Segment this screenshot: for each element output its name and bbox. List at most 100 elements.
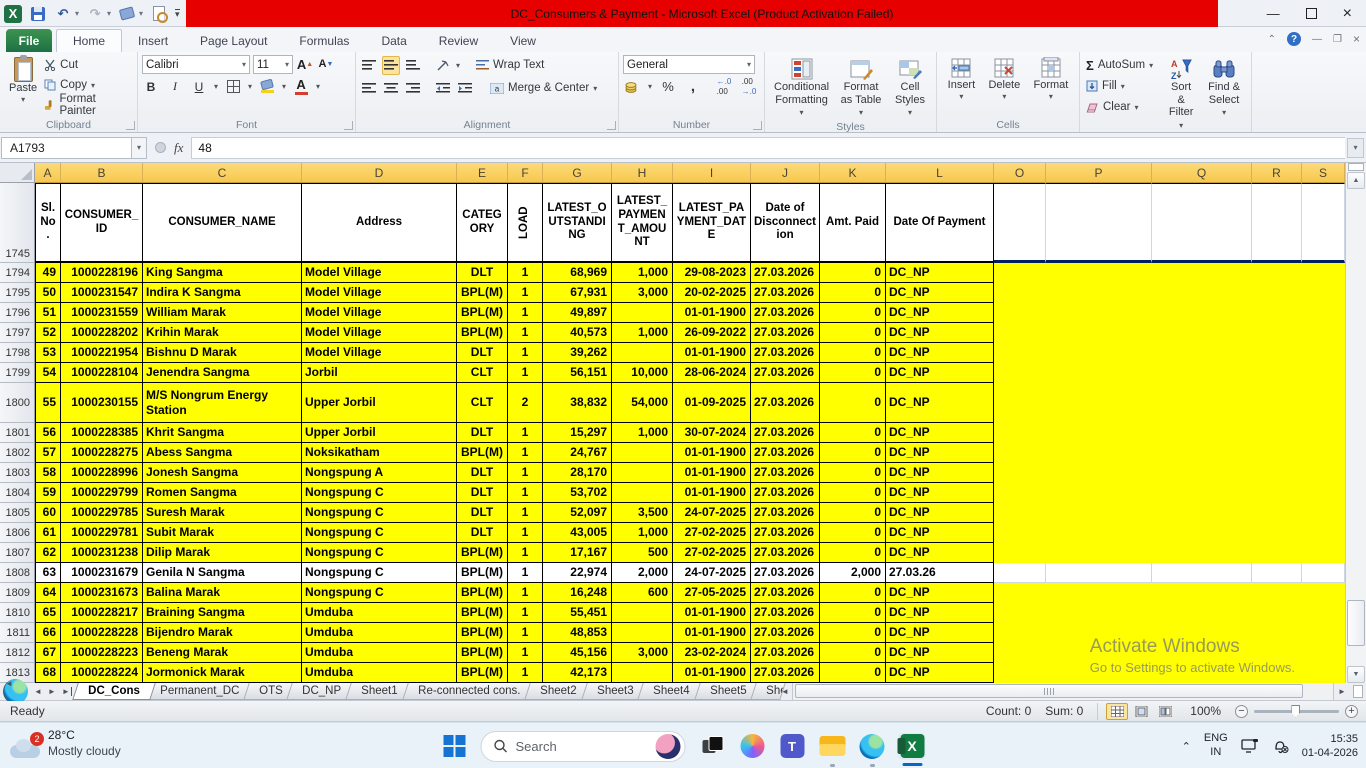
cell[interactable]: 1000228385: [61, 423, 143, 443]
cell[interactable]: [612, 303, 673, 323]
cell[interactable]: Nongspung C: [302, 543, 457, 563]
cut-button[interactable]: Cut: [42, 55, 133, 75]
cell[interactable]: [612, 443, 673, 463]
cell[interactable]: 59: [35, 483, 61, 503]
tab-insert[interactable]: Insert: [122, 29, 184, 52]
sheet-tab-dc-cons[interactable]: DC_Cons: [72, 683, 155, 700]
cell[interactable]: DC_NP: [886, 283, 994, 303]
clipboard-dialog-launcher[interactable]: [126, 121, 135, 130]
cell[interactable]: 1: [508, 263, 543, 283]
vertical-split-handle[interactable]: [1348, 163, 1364, 171]
cell[interactable]: 22,974: [543, 563, 612, 583]
cell[interactable]: 24,767: [543, 443, 612, 463]
align-center-button[interactable]: [382, 79, 400, 98]
cell[interactable]: 49: [35, 263, 61, 283]
cast-icon[interactable]: [1241, 738, 1259, 754]
cell[interactable]: 50: [35, 283, 61, 303]
column-header-L[interactable]: L: [886, 163, 994, 183]
conditional-formatting-button[interactable]: ConditionalFormatting ▾: [769, 55, 834, 121]
tab-page-layout[interactable]: Page Layout: [184, 29, 283, 52]
cell[interactable]: DC_NP: [886, 323, 994, 343]
decrease-indent-button[interactable]: [434, 79, 452, 98]
cell[interactable]: 27-02-2025: [673, 523, 751, 543]
align-middle-button[interactable]: [382, 56, 400, 75]
wrap-text-button[interactable]: Wrap Text: [474, 55, 546, 75]
tab-home[interactable]: Home: [56, 29, 122, 52]
cell[interactable]: Jonesh Sangma: [143, 463, 302, 483]
cell[interactable]: DC_NP: [886, 603, 994, 623]
cell[interactable]: Jormonick Marak: [143, 663, 302, 683]
empty-cells-region[interactable]: [994, 443, 1345, 463]
format-painter-button[interactable]: Format Painter: [42, 95, 133, 115]
workbook-close-button[interactable]: ×: [1353, 32, 1360, 46]
help-button[interactable]: ?: [1287, 32, 1301, 46]
empty-cell[interactable]: [1302, 563, 1345, 583]
cell[interactable]: 1000229799: [61, 483, 143, 503]
empty-cells-region[interactable]: [994, 483, 1345, 503]
select-all-button[interactable]: [0, 163, 35, 183]
cell[interactable]: 0: [820, 383, 886, 423]
align-right-button[interactable]: [404, 79, 422, 98]
sheet-tab-she[interactable]: She: [750, 683, 786, 700]
cell[interactable]: 16,248: [543, 583, 612, 603]
cell[interactable]: 1: [508, 503, 543, 523]
cell[interactable]: [612, 343, 673, 363]
scroll-right-button[interactable]: ►: [1334, 683, 1350, 700]
file-explorer-button[interactable]: [819, 733, 846, 760]
column-header-S[interactable]: S: [1302, 163, 1345, 183]
cell[interactable]: Upper Jorbil: [302, 423, 457, 443]
excel-taskbar-button[interactable]: X: [899, 733, 926, 760]
clear-button[interactable]: Clear▾: [1084, 97, 1155, 117]
empty-cells-region[interactable]: [994, 583, 1345, 603]
fill-tool-button[interactable]: [118, 5, 136, 23]
cell[interactable]: 67: [35, 643, 61, 663]
cell[interactable]: 27-02-2025: [673, 543, 751, 563]
borders-button[interactable]: [224, 77, 242, 96]
cell[interactable]: 01-01-1900: [673, 343, 751, 363]
accounting-format-button[interactable]: [623, 77, 641, 96]
cell[interactable]: 42,173: [543, 663, 612, 683]
zoom-in-button[interactable]: +: [1345, 705, 1358, 718]
find-select-button[interactable]: Find &Select ▾: [1201, 55, 1247, 134]
cell[interactable]: 53,702: [543, 483, 612, 503]
cell[interactable]: 56: [35, 423, 61, 443]
cell[interactable]: 1000228196: [61, 263, 143, 283]
cell[interactable]: 63: [35, 563, 61, 583]
empty-cells-region[interactable]: [994, 363, 1345, 383]
cell[interactable]: 01-01-1900: [673, 483, 751, 503]
cell[interactable]: DC_NP: [886, 623, 994, 643]
cell[interactable]: 1,000: [612, 523, 673, 543]
cell[interactable]: M/S Nongrum Energy Station: [143, 383, 302, 423]
row-header-1800[interactable]: 1800: [0, 383, 35, 423]
increase-indent-button[interactable]: [456, 79, 474, 98]
cell[interactable]: Subit Marak: [143, 523, 302, 543]
cell[interactable]: Model Village: [302, 263, 457, 283]
align-bottom-button[interactable]: [404, 56, 422, 75]
notifications-muted-icon[interactable]: [1272, 738, 1289, 754]
cell[interactable]: 58: [35, 463, 61, 483]
column-header-A[interactable]: A: [35, 163, 61, 183]
cell[interactable]: 68,969: [543, 263, 612, 283]
insert-cells-button[interactable]: Insert▾: [943, 55, 981, 117]
cell[interactable]: 64: [35, 583, 61, 603]
table-header-cell[interactable]: LATEST_OUTSTANDING: [543, 183, 612, 263]
zoom-out-button[interactable]: −: [1235, 705, 1248, 718]
row-header-1795[interactable]: 1795: [0, 283, 35, 303]
font-size-select[interactable]: 11▾: [253, 55, 293, 74]
row-header-1804[interactable]: 1804: [0, 483, 35, 503]
format-cells-button[interactable]: Format▾: [1029, 55, 1074, 117]
cell[interactable]: DLT: [457, 483, 508, 503]
cell[interactable]: Krihin Marak: [143, 323, 302, 343]
empty-cells-region[interactable]: [994, 503, 1345, 523]
zoom-slider-thumb[interactable]: [1291, 705, 1300, 718]
cell[interactable]: 0: [820, 503, 886, 523]
row-header-1796[interactable]: 1796: [0, 303, 35, 323]
cell[interactable]: DC_NP: [886, 503, 994, 523]
cell[interactable]: Beneng Marak: [143, 643, 302, 663]
cell[interactable]: DC_NP: [886, 583, 994, 603]
font-color-button[interactable]: A: [292, 77, 310, 96]
cell[interactable]: 49,897: [543, 303, 612, 323]
cell[interactable]: Khrit Sangma: [143, 423, 302, 443]
cell[interactable]: 1000231673: [61, 583, 143, 603]
cell[interactable]: 01-01-1900: [673, 663, 751, 683]
